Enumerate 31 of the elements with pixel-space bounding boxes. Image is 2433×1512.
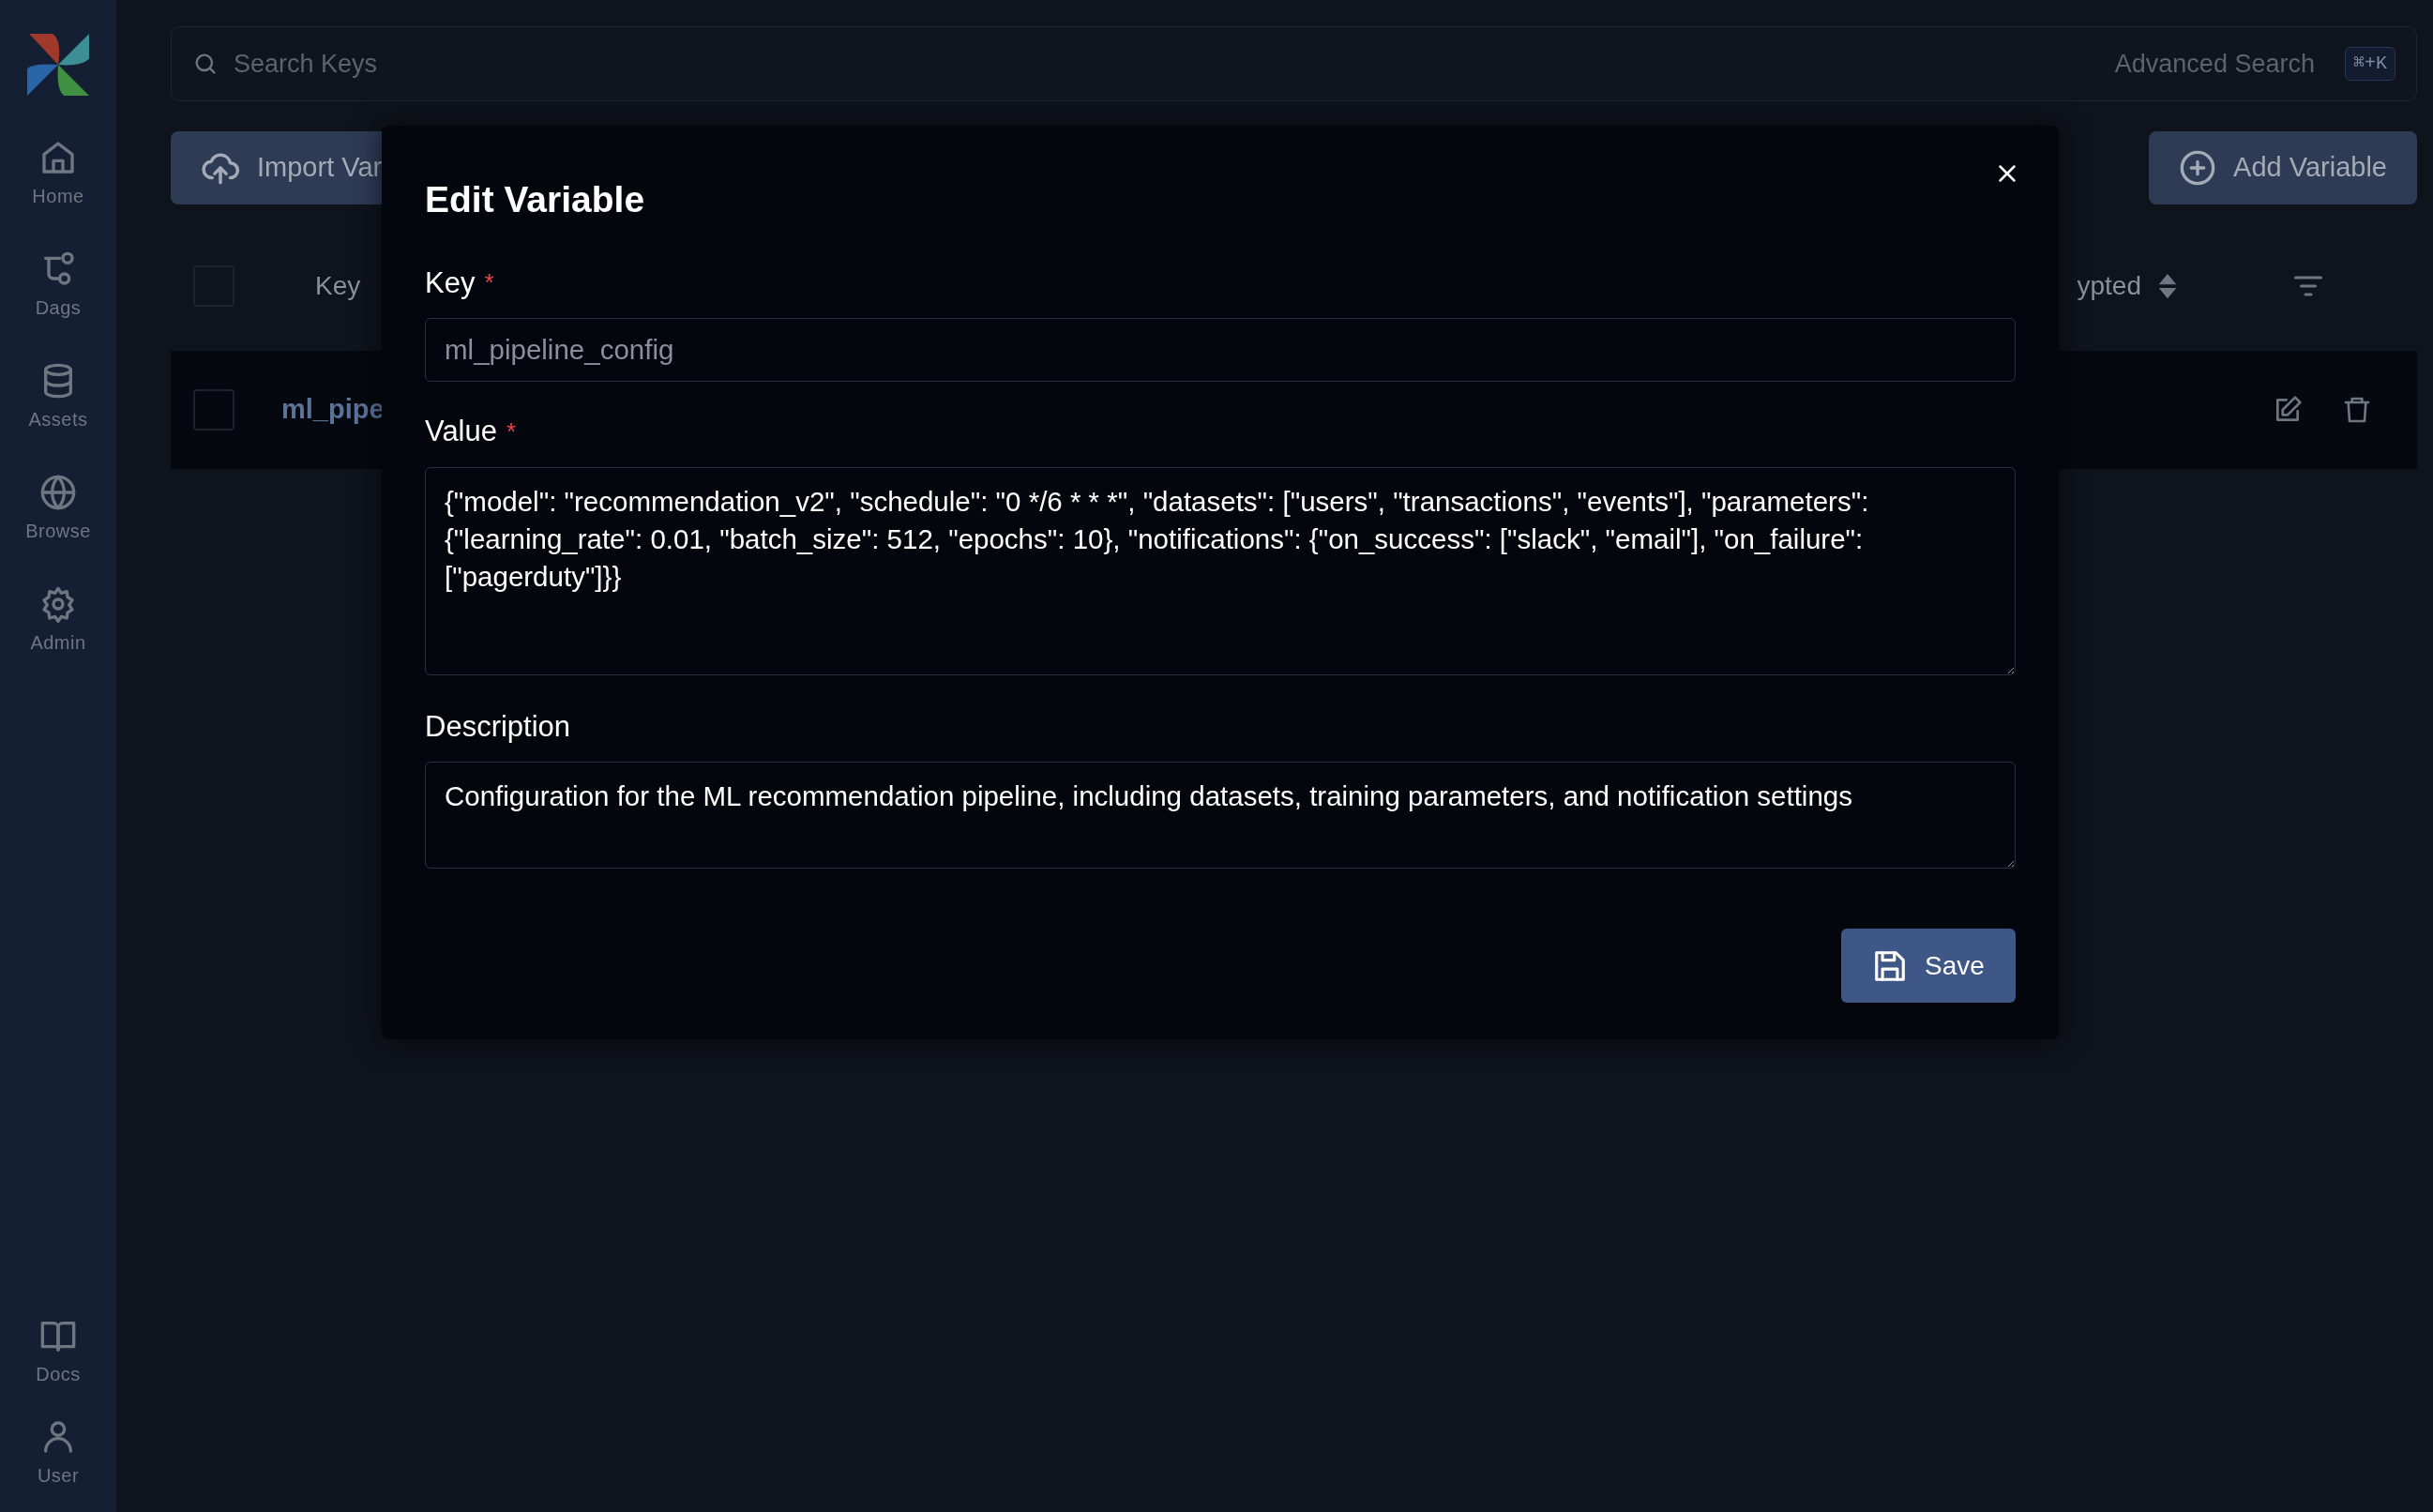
nav-item[interactable]: Browse	[7, 468, 110, 551]
column-header[interactable]: ypted	[2077, 266, 2141, 306]
advanced-search-link[interactable]: Advanced Search	[2114, 44, 2315, 83]
checkbox[interactable]	[193, 389, 234, 431]
required-asterisk: *	[484, 267, 494, 299]
shortcut-key: ⌘+K	[2344, 47, 2395, 81]
required-asterisk: *	[506, 416, 517, 447]
column-header[interactable]: Key	[315, 266, 361, 306]
nav-item[interactable]: Admin	[7, 580, 110, 662]
plus-circle-icon	[2179, 149, 2217, 187]
pinwheel-logo[interactable]	[27, 34, 89, 96]
save-button[interactable]: Save	[1841, 929, 2016, 1003]
nav-item[interactable]: Home	[7, 133, 110, 216]
nav-item[interactable]: Docs	[7, 1311, 110, 1394]
search-placeholder: Search Keys	[234, 48, 378, 80]
trash-icon[interactable]	[2342, 395, 2372, 425]
variable-key-link[interactable]: ml_pipe	[281, 389, 385, 431]
field-label: Key	[425, 265, 476, 301]
field-label: Value	[425, 414, 497, 449]
globe-icon	[39, 474, 77, 511]
field-label: Description	[425, 708, 571, 745]
description-textarea[interactable]: Configuration for the ML recommendation pipeline, including datasets, training parameters, and notification settings	[425, 762, 2016, 869]
sort-icon[interactable]	[2156, 272, 2179, 300]
settings-icon	[39, 585, 77, 623]
add-variable-button[interactable]: Add Variable	[2149, 131, 2417, 204]
nav-item[interactable]: Dags	[7, 245, 110, 327]
nav-item[interactable]: User	[7, 1413, 110, 1495]
value-textarea[interactable]: {"model": "recommendation_v2", "schedule": "0 */6 * * *", "datasets": ["users", "transactions", "events"], "parameters": {"learning_rate": 0.01, "batch_size": 512, "epochs": 10}, "notifications": {"on_success": ["slack", "email"], "on_failure": ["pagerduty"]}}	[425, 466, 2016, 675]
search-field[interactable]: Search Keys Advanced Search ⌘+K	[171, 26, 2417, 101]
house-icon	[39, 139, 77, 176]
nav-item[interactable]: Assets	[7, 356, 110, 439]
